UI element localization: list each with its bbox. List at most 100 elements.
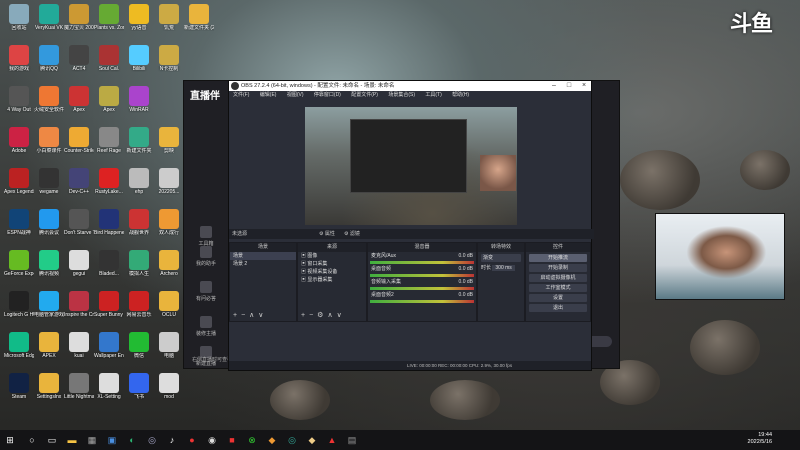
sidebar-item-toolbox[interactable]: 工具箱 [188, 226, 224, 247]
desktop-icon[interactable]: Counter-Strike Global Off... [64, 127, 94, 154]
desktop-icon[interactable]: ESPN战神 [4, 209, 34, 236]
menu-scene-collection[interactable]: 场景集合(S) [388, 92, 415, 98]
desktop-icon[interactable]: Soul Cal. [94, 45, 124, 72]
desktop-icon[interactable]: 202205... [154, 168, 184, 195]
desktop-icon[interactable]: Steam [4, 373, 34, 400]
desktop-icon[interactable]: 4 Way Out [4, 86, 34, 113]
desktop-icon[interactable]: Microsoft Edge [4, 332, 34, 359]
desktop-icon[interactable]: 网易云音乐 [124, 291, 154, 318]
store-icon[interactable]: ▦ [86, 434, 98, 446]
tiktok-icon[interactable]: ♪ [166, 434, 178, 446]
desktop-icon[interactable]: GeForce Experience [4, 250, 34, 277]
mail-icon[interactable]: ▣ [106, 434, 118, 446]
exit-button[interactable]: 退出 [529, 304, 587, 312]
source-item[interactable]: ▣ 显示器采集 [298, 276, 366, 284]
desktop-icon[interactable]: XL-Setting [94, 373, 124, 400]
volume-meter[interactable] [370, 261, 474, 264]
edge-icon[interactable]: ◐ [126, 434, 138, 446]
sources-toolbar[interactable]: +−⚙∧∨ [298, 311, 366, 321]
obs-window[interactable]: OBS 27.2.4 (64-bit, windows) - 配置文件: 未命名… [228, 80, 594, 371]
studio-mode-button[interactable]: 工作室模式 [529, 284, 587, 292]
desktop-icon[interactable]: Super Bunny Man [94, 291, 124, 318]
desktop-icon[interactable]: Plants vs. Zombies G... [94, 4, 124, 31]
desktop-icon[interactable]: 新建文件夹 [124, 127, 154, 154]
menu-file[interactable]: 文件(F) [233, 92, 249, 98]
source-item[interactable]: ▣ 图像 [298, 252, 366, 260]
steam-icon[interactable]: ◎ [146, 434, 158, 446]
desktop-icon[interactable]: RustyLake... [94, 168, 124, 195]
source-item[interactable]: ▣ 窗口采集 [298, 260, 366, 268]
sidebar-item-helper[interactable]: 我的助手 [188, 246, 224, 267]
scene-item[interactable]: 场景 [230, 252, 296, 260]
desktop-icon[interactable]: Inspire the Creator [64, 291, 94, 318]
desktop-icon[interactable]: 腾讯会议 [34, 209, 64, 236]
settings-button[interactable]: 设置 [529, 294, 587, 302]
desktop-icon[interactable]: 腾讯视频 [34, 250, 64, 277]
desktop-icon[interactable]: wegame [34, 168, 64, 195]
desktop-icon[interactable]: Reef Rage [94, 127, 124, 154]
properties-button[interactable]: ⚙ 属性 [319, 229, 335, 239]
desktop-icon[interactable]: mod [154, 373, 184, 400]
desktop-icon[interactable]: 电脑管家游戏加速 [34, 291, 64, 318]
desktop-icon[interactable]: Apex [94, 86, 124, 113]
desktop-icon[interactable]: Adobe [4, 127, 34, 154]
obs-titlebar[interactable]: OBS 27.2.4 (64-bit, windows) - 配置文件: 未命名… [229, 81, 591, 91]
desktop-icon[interactable]: Little Nightmares [64, 373, 94, 400]
desktop-icon[interactable]: N卡控制 [154, 45, 184, 72]
filters-button[interactable]: ⚙ 滤镜 [344, 229, 360, 239]
volume-meter[interactable] [370, 274, 474, 277]
desktop-icon[interactable]: Apex Legends [4, 168, 34, 195]
sidebar-item-qa[interactable]: 有问必答 [188, 281, 224, 302]
desktop-icon[interactable]: OCLU [154, 291, 184, 318]
desktop-icon[interactable]: 回收站 [4, 4, 34, 31]
menu-docks[interactable]: 停靠窗口(D) [314, 92, 341, 98]
desktop-icon[interactable]: WinRAR [124, 86, 154, 113]
desktop-icon[interactable]: Bird Happened [94, 209, 124, 236]
menu-view[interactable]: 视图(V) [287, 92, 304, 98]
volume-meter[interactable] [370, 300, 474, 303]
desktop-icon[interactable]: 双人成行 [154, 209, 184, 236]
desktop-icon[interactable]: 剪映 [154, 127, 184, 154]
source-item[interactable]: ▣ 视频采集设备 [298, 268, 366, 276]
menu-edit[interactable]: 编辑(E) [260, 92, 277, 98]
maximize-button[interactable]: □ [562, 81, 576, 91]
start-streaming-button[interactable]: 开始推流 [529, 254, 587, 262]
desktop-icon[interactable]: 火绒安全软件 [34, 86, 64, 113]
desktop-icon[interactable]: Archero [154, 250, 184, 277]
desktop-icon[interactable]: Apex [64, 86, 94, 113]
desktop-icon[interactable]: 腾讯QQ [34, 45, 64, 72]
desktop-icon[interactable]: 我的游戏 [4, 45, 34, 72]
close-button[interactable]: × [577, 81, 591, 91]
virtual-camera-button[interactable]: 启动虚拟摄像机 [529, 274, 587, 282]
game-icon[interactable]: ■ [226, 434, 238, 446]
desktop-icon[interactable]: 战舰世界 [124, 209, 154, 236]
desktop-icon[interactable]: Logitech G HUB [4, 291, 34, 318]
duration-input[interactable]: 300 ms [492, 265, 515, 271]
apex-icon[interactable]: ▲ [326, 434, 338, 446]
desktop-icon[interactable]: 魔力宝贝 2003 [64, 4, 94, 31]
menu-tools[interactable]: 工具(T) [425, 92, 441, 98]
scene-item[interactable]: 场景 2 [230, 260, 296, 268]
start-icon[interactable]: ⊞ [4, 434, 16, 446]
minimize-button[interactable]: – [547, 81, 561, 91]
start-recording-button[interactable]: 开始录制 [529, 264, 587, 272]
vk-icon[interactable]: ◎ [286, 434, 298, 446]
scenes-toolbar[interactable]: +−∧∨ [230, 311, 296, 321]
desktop-icon[interactable]: 模拟人生 [124, 250, 154, 277]
desktop-icon[interactable]: yy语音 [124, 4, 154, 31]
desktop-icon[interactable]: 小白菜课件 [34, 127, 64, 154]
desktop-icon[interactable]: VeryKuai VK [34, 4, 64, 31]
desktop-icon[interactable]: Dev-C++ [64, 168, 94, 195]
desktop-icon[interactable]: 飞书 [124, 373, 154, 400]
file-explorer-icon[interactable]: ▬ [66, 434, 78, 446]
desktop-icon[interactable]: APEX [34, 332, 64, 359]
sidebar-item-decor[interactable]: 装修主播 [188, 316, 224, 337]
desktop-icon[interactable]: Wallpaper Engine [94, 332, 124, 359]
task-view-icon[interactable]: ▭ [46, 434, 58, 446]
obs-icon[interactable]: ◉ [206, 434, 218, 446]
desktop-icon[interactable]: 饥荒 [154, 4, 184, 31]
desktop-icon[interactable]: 新建文件夹 (2) [184, 4, 214, 31]
volume-meter[interactable] [370, 287, 474, 290]
search-icon[interactable]: ○ [26, 434, 38, 446]
xbox-icon[interactable]: ⊗ [246, 434, 258, 446]
